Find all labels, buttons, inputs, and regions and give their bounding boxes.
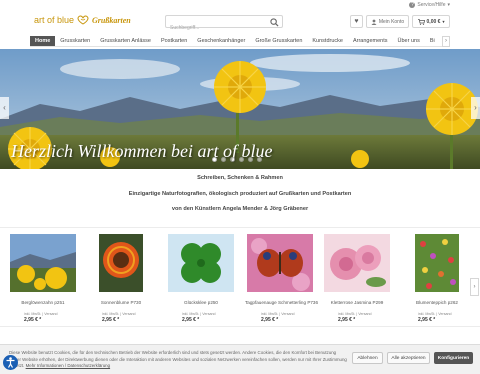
product-price: 2,95 € * — [261, 317, 279, 323]
product-price: 2,95 € * — [182, 317, 200, 323]
nav-item-postkarten[interactable]: Postkarten — [156, 36, 192, 46]
accept-all-cookies-button[interactable]: Alle akzeptieren — [387, 352, 430, 364]
product-price: 2,95 € * — [418, 317, 436, 323]
product-card[interactable]: Berglöwenzahn p251 inkl. MwSt. | Versand… — [8, 234, 78, 323]
product-price: 2,95 € * — [24, 317, 42, 323]
intro-text: Schreiben, Schenken & Rahmen Einzigartig… — [0, 175, 480, 222]
site-logo[interactable]: art of blue Grußkarten — [34, 15, 131, 25]
product-tax-note: inkl. MwSt. | Versand — [261, 312, 295, 316]
nav-item-more[interactable]: Bi — [425, 36, 440, 46]
product-card[interactable]: Tagpfauenauge Schmetterling P736 inkl. M… — [245, 234, 318, 323]
product-name[interactable]: Blumenteppich p262 — [402, 300, 472, 305]
slider-dot[interactable] — [230, 157, 235, 162]
intro-line-2: Einzigartige Naturfotografien, ökologisc… — [128, 190, 352, 197]
product-card[interactable]: Blumenteppich p262 inkl. MwSt. | Versand… — [402, 234, 472, 323]
slider-dot[interactable] — [212, 157, 217, 162]
product-slider: Berglöwenzahn p251 inkl. MwSt. | Versand… — [0, 227, 480, 327]
product-price: 2,95 € * — [102, 317, 120, 323]
product-image[interactable] — [168, 234, 234, 292]
product-image[interactable] — [324, 234, 390, 292]
nav-item-grosse-grusskarten[interactable]: Große Grusskarten — [250, 36, 307, 46]
nav-scroll-right-arrow[interactable]: › — [442, 36, 450, 47]
account-label: Mein Konto — [378, 18, 405, 25]
logo-text: art of blue — [34, 15, 75, 25]
logo-subtitle: Grußkarten — [92, 15, 131, 25]
hero-prev-arrow[interactable]: ‹ — [0, 97, 9, 119]
slider-dot[interactable] — [248, 157, 253, 162]
search-box — [165, 15, 283, 34]
slider-dot[interactable] — [239, 157, 244, 162]
service-help-menu[interactable]: ? Service/Hilfe ▾ — [409, 2, 450, 8]
nav-item-home[interactable]: Home — [30, 36, 56, 46]
cookie-consent-bar: Diese Website benutzt Cookies, die für d… — [0, 344, 480, 374]
nav-item-ueber-uns[interactable]: Über uns — [393, 36, 425, 46]
product-card[interactable]: Glücksklee p250 inkl. MwSt. | Versand 2,… — [166, 234, 236, 323]
decline-cookies-button[interactable]: Ablehnen — [352, 352, 383, 364]
nav-item-geschenkanhaenger[interactable]: Geschenkanhänger — [192, 36, 250, 46]
product-name[interactable]: Tagpfauenauge Schmetterling P736 — [245, 300, 318, 305]
product-name[interactable]: Kletterrose Jasmina P299 — [322, 300, 392, 305]
product-card[interactable]: Kletterrose Jasmina P299 inkl. MwSt. | V… — [322, 234, 392, 323]
accessibility-icon[interactable] — [3, 355, 18, 370]
product-image[interactable] — [247, 234, 313, 292]
product-name[interactable]: Glücksklee p250 — [166, 300, 236, 305]
product-image[interactable] — [415, 234, 459, 292]
product-tax-note: inkl. MwSt. | Versand — [418, 312, 452, 316]
chevron-down-icon: ▾ — [442, 19, 445, 24]
hero-banner: Herzlich Willkommen bei art of blue ‹ › — [0, 49, 480, 169]
product-name[interactable]: Sonnenblume P730 — [86, 300, 156, 305]
user-icon — [371, 19, 377, 25]
intro-line-1: Schreiben, Schenken & Rahmen — [197, 175, 283, 181]
cookie-text-block: Diese Website benutzt Cookies, die für d… — [9, 350, 349, 370]
product-tax-note: inkl. MwSt. | Versand — [102, 312, 136, 316]
heart-icon: ♥ — [354, 18, 359, 25]
nav-item-kunstdrucke[interactable]: Kunstdrucke — [307, 36, 348, 46]
product-card[interactable]: Sonnenblume P730 inkl. MwSt. | Versand 2… — [86, 234, 156, 323]
account-button[interactable]: Mein Konto — [366, 15, 409, 28]
slider-dot[interactable] — [221, 157, 226, 162]
search-icon[interactable] — [270, 18, 279, 27]
search-input[interactable] — [166, 22, 266, 34]
chevron-down-icon: ▾ — [447, 2, 450, 8]
product-tax-note: inkl. MwSt. | Versand — [24, 312, 58, 316]
product-tax-note: inkl. MwSt. | Versand — [182, 312, 216, 316]
hero-next-arrow[interactable]: › — [471, 97, 480, 119]
privacy-link[interactable]: Mehr Informationen / Datenschutzerklärun… — [26, 363, 110, 368]
cart-total: 0,00 € — [426, 18, 441, 25]
product-price: 2,95 € * — [338, 317, 356, 323]
cart-icon — [417, 18, 425, 25]
intro-line-3: von den Künstlern Angela Mender & Jörg G… — [171, 206, 309, 212]
cart-button[interactable]: 0,00 € ▾ — [412, 15, 450, 28]
question-icon: ? — [409, 2, 416, 8]
wishlist-button[interactable]: ♥ — [350, 15, 363, 28]
configure-cookies-button[interactable]: Konfigurieren — [434, 352, 473, 364]
nav-item-grusskarten-anlaesse[interactable]: Grusskarten Anlässe — [95, 36, 156, 46]
nav-item-grusskarten[interactable]: Grusskarten — [55, 36, 95, 46]
main-navigation: Home Grusskarten Grusskarten Anlässe Pos… — [30, 36, 450, 47]
slider-dot[interactable] — [257, 157, 262, 162]
slider-dots — [212, 157, 262, 162]
product-tax-note: inkl. MwSt. | Versand — [338, 312, 372, 316]
product-image[interactable] — [10, 234, 76, 292]
nav-item-arrangements[interactable]: Arrangements — [348, 36, 393, 46]
product-slider-next-arrow[interactable]: › — [470, 278, 479, 296]
product-image[interactable] — [99, 234, 143, 292]
service-help-label: Service/Hilfe — [417, 2, 446, 8]
product-name[interactable]: Berglöwenzahn p251 — [8, 300, 78, 305]
heart-logo-icon — [77, 15, 89, 25]
